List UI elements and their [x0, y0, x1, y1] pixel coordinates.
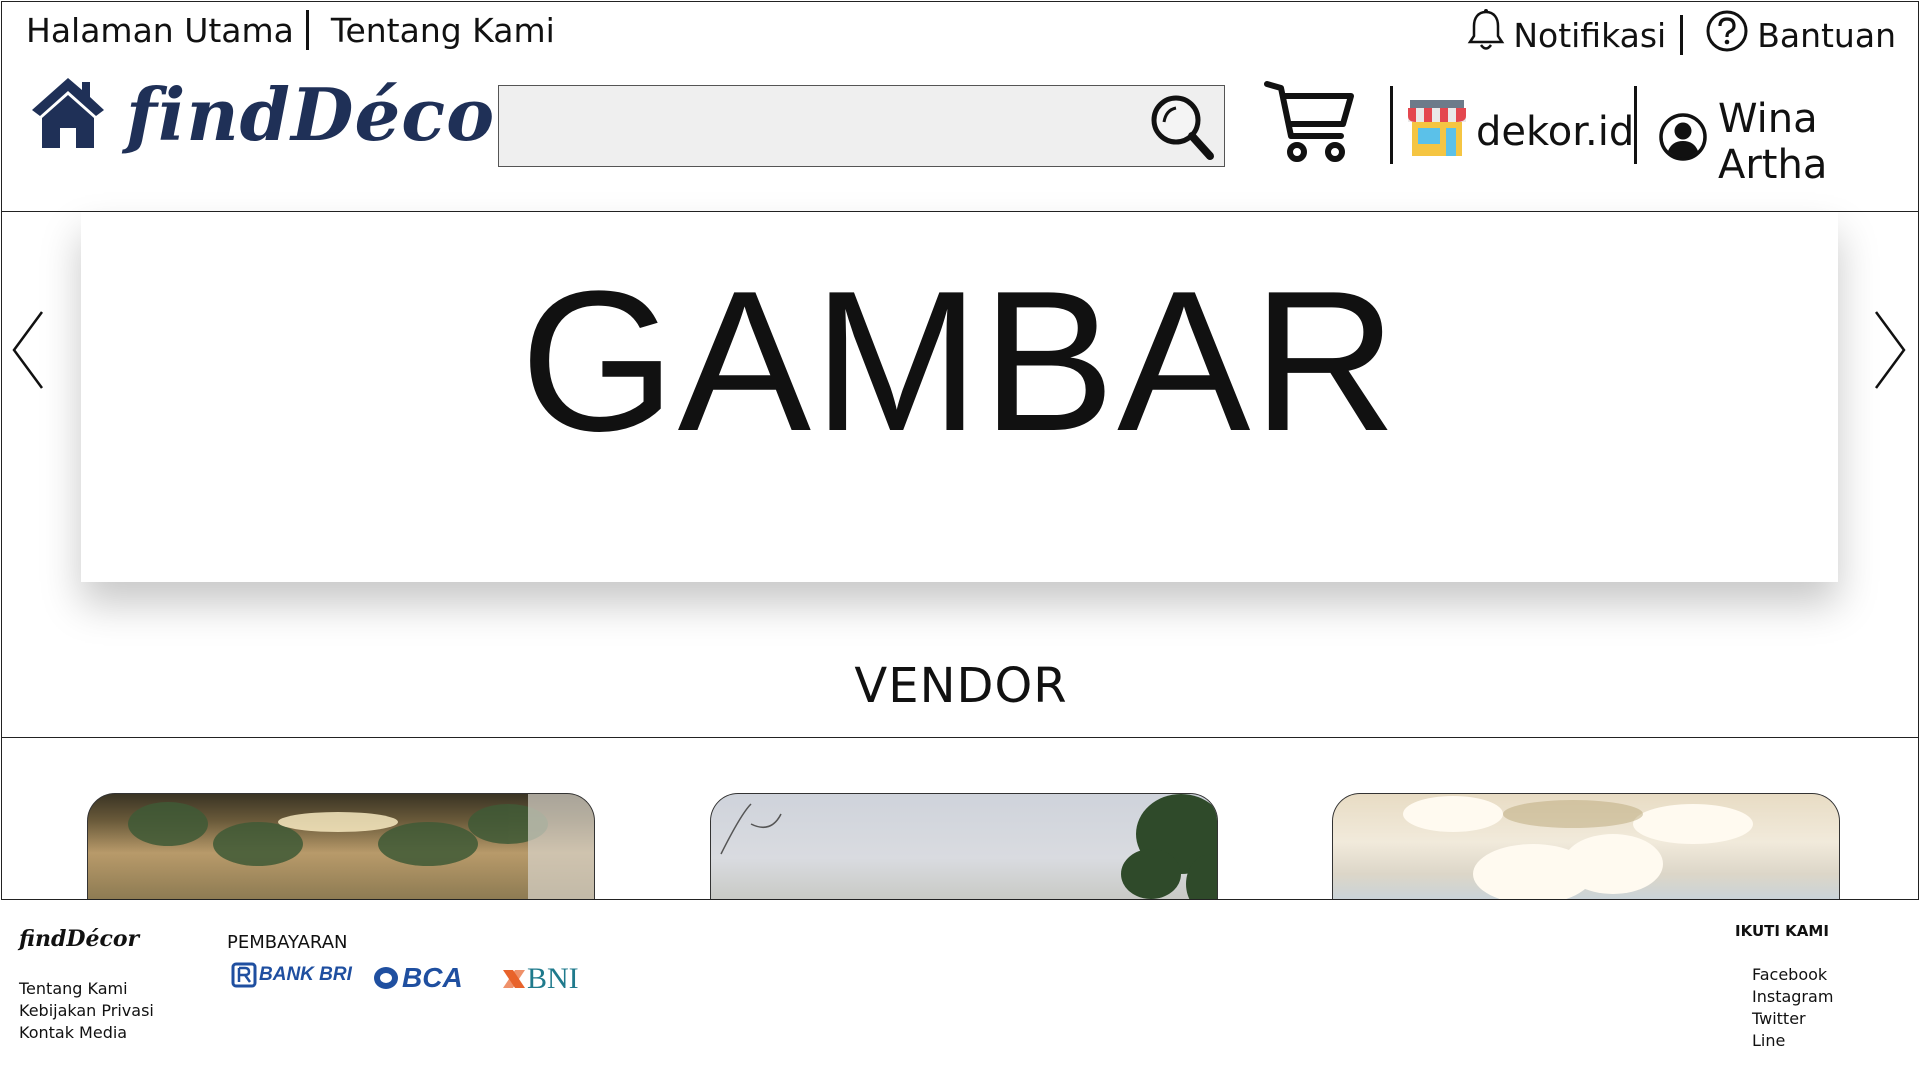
footer-link[interactable]: Kebijakan Privasi	[19, 1000, 154, 1022]
notifications-link[interactable]: Notifikasi	[1467, 8, 1666, 62]
social-link-facebook[interactable]: Facebook	[1752, 964, 1833, 986]
bank-bri-logo: BANK BRI	[231, 962, 352, 988]
divider	[305, 10, 309, 50]
bni-logo: BNI	[501, 962, 579, 996]
divider	[1680, 15, 1684, 55]
footer: findDécor Tentang Kami Kebijakan Privasi…	[1, 899, 1919, 1082]
social-link-line[interactable]: Line	[1752, 1030, 1833, 1052]
bca-label: BCA	[402, 962, 463, 993]
notifications-label: Notifikasi	[1513, 15, 1667, 55]
home-link[interactable]: Halaman Utama	[26, 11, 294, 50]
banner-carousel[interactable]: GAMBAR	[81, 212, 1838, 582]
user-name: Wina Artha	[1718, 96, 1828, 188]
top-nav: Halaman Utama Tentang Kami	[26, 10, 555, 50]
social-link-instagram[interactable]: Instagram	[1752, 986, 1833, 1008]
about-link[interactable]: Tentang Kami	[331, 11, 555, 50]
vendor-card[interactable]	[87, 793, 595, 901]
vendor-card-image	[720, 794, 1217, 901]
social-links: Facebook Instagram Twitter Line	[1752, 964, 1833, 1052]
vendor-card[interactable]	[710, 793, 1218, 901]
search-icon[interactable]	[1148, 92, 1216, 166]
social-link-twitter[interactable]: Twitter	[1752, 1008, 1833, 1030]
section-divider	[1, 737, 1919, 738]
help-icon	[1705, 9, 1749, 61]
banner-text: GAMBAR	[520, 250, 1399, 473]
bell-icon	[1467, 8, 1505, 62]
bri-icon	[231, 962, 257, 988]
footer-links: Tentang Kami Kebijakan Privasi Kontak Me…	[19, 978, 154, 1044]
vendor-card[interactable]	[1332, 793, 1840, 901]
bca-icon	[374, 967, 398, 989]
store-name: dekor.id	[1476, 109, 1635, 155]
vendor-card-image	[128, 794, 594, 901]
footer-logo[interactable]: findDécor	[19, 926, 139, 952]
carousel-prev-arrow-icon[interactable]	[10, 308, 46, 396]
bca-logo: BCA	[373, 962, 463, 994]
cart-icon[interactable]	[1263, 80, 1355, 170]
follow-title: IKUTI KAMI	[1735, 922, 1829, 940]
footer-link[interactable]: Kontak Media	[19, 1022, 154, 1044]
bank-bri-label: BANK BRI	[259, 964, 352, 985]
vendor-card-image	[1403, 796, 1753, 901]
section-title: VENDOR	[854, 658, 1068, 714]
help-link[interactable]: Bantuan	[1705, 9, 1896, 61]
divider	[1634, 86, 1637, 164]
bni-icon	[503, 970, 525, 988]
bni-label: BNI	[527, 962, 579, 995]
home-icon	[28, 76, 108, 154]
logo-text: findDécor	[126, 72, 535, 157]
search-input[interactable]	[498, 85, 1225, 167]
user-profile-link[interactable]: Wina Artha	[1658, 96, 1922, 188]
store-link[interactable]: dekor.id	[1404, 96, 1634, 168]
footer-link[interactable]: Tentang Kami	[19, 978, 154, 1000]
site-logo[interactable]: findDécor	[28, 76, 534, 154]
store-icon	[1404, 96, 1470, 168]
payment-title: PEMBAYARAN	[227, 932, 348, 953]
top-right-nav: Notifikasi Bantuan	[1467, 8, 1896, 62]
help-label: Bantuan	[1757, 15, 1896, 55]
carousel-next-arrow-icon[interactable]	[1872, 308, 1908, 396]
divider	[1390, 86, 1393, 164]
user-avatar-icon	[1658, 112, 1708, 172]
